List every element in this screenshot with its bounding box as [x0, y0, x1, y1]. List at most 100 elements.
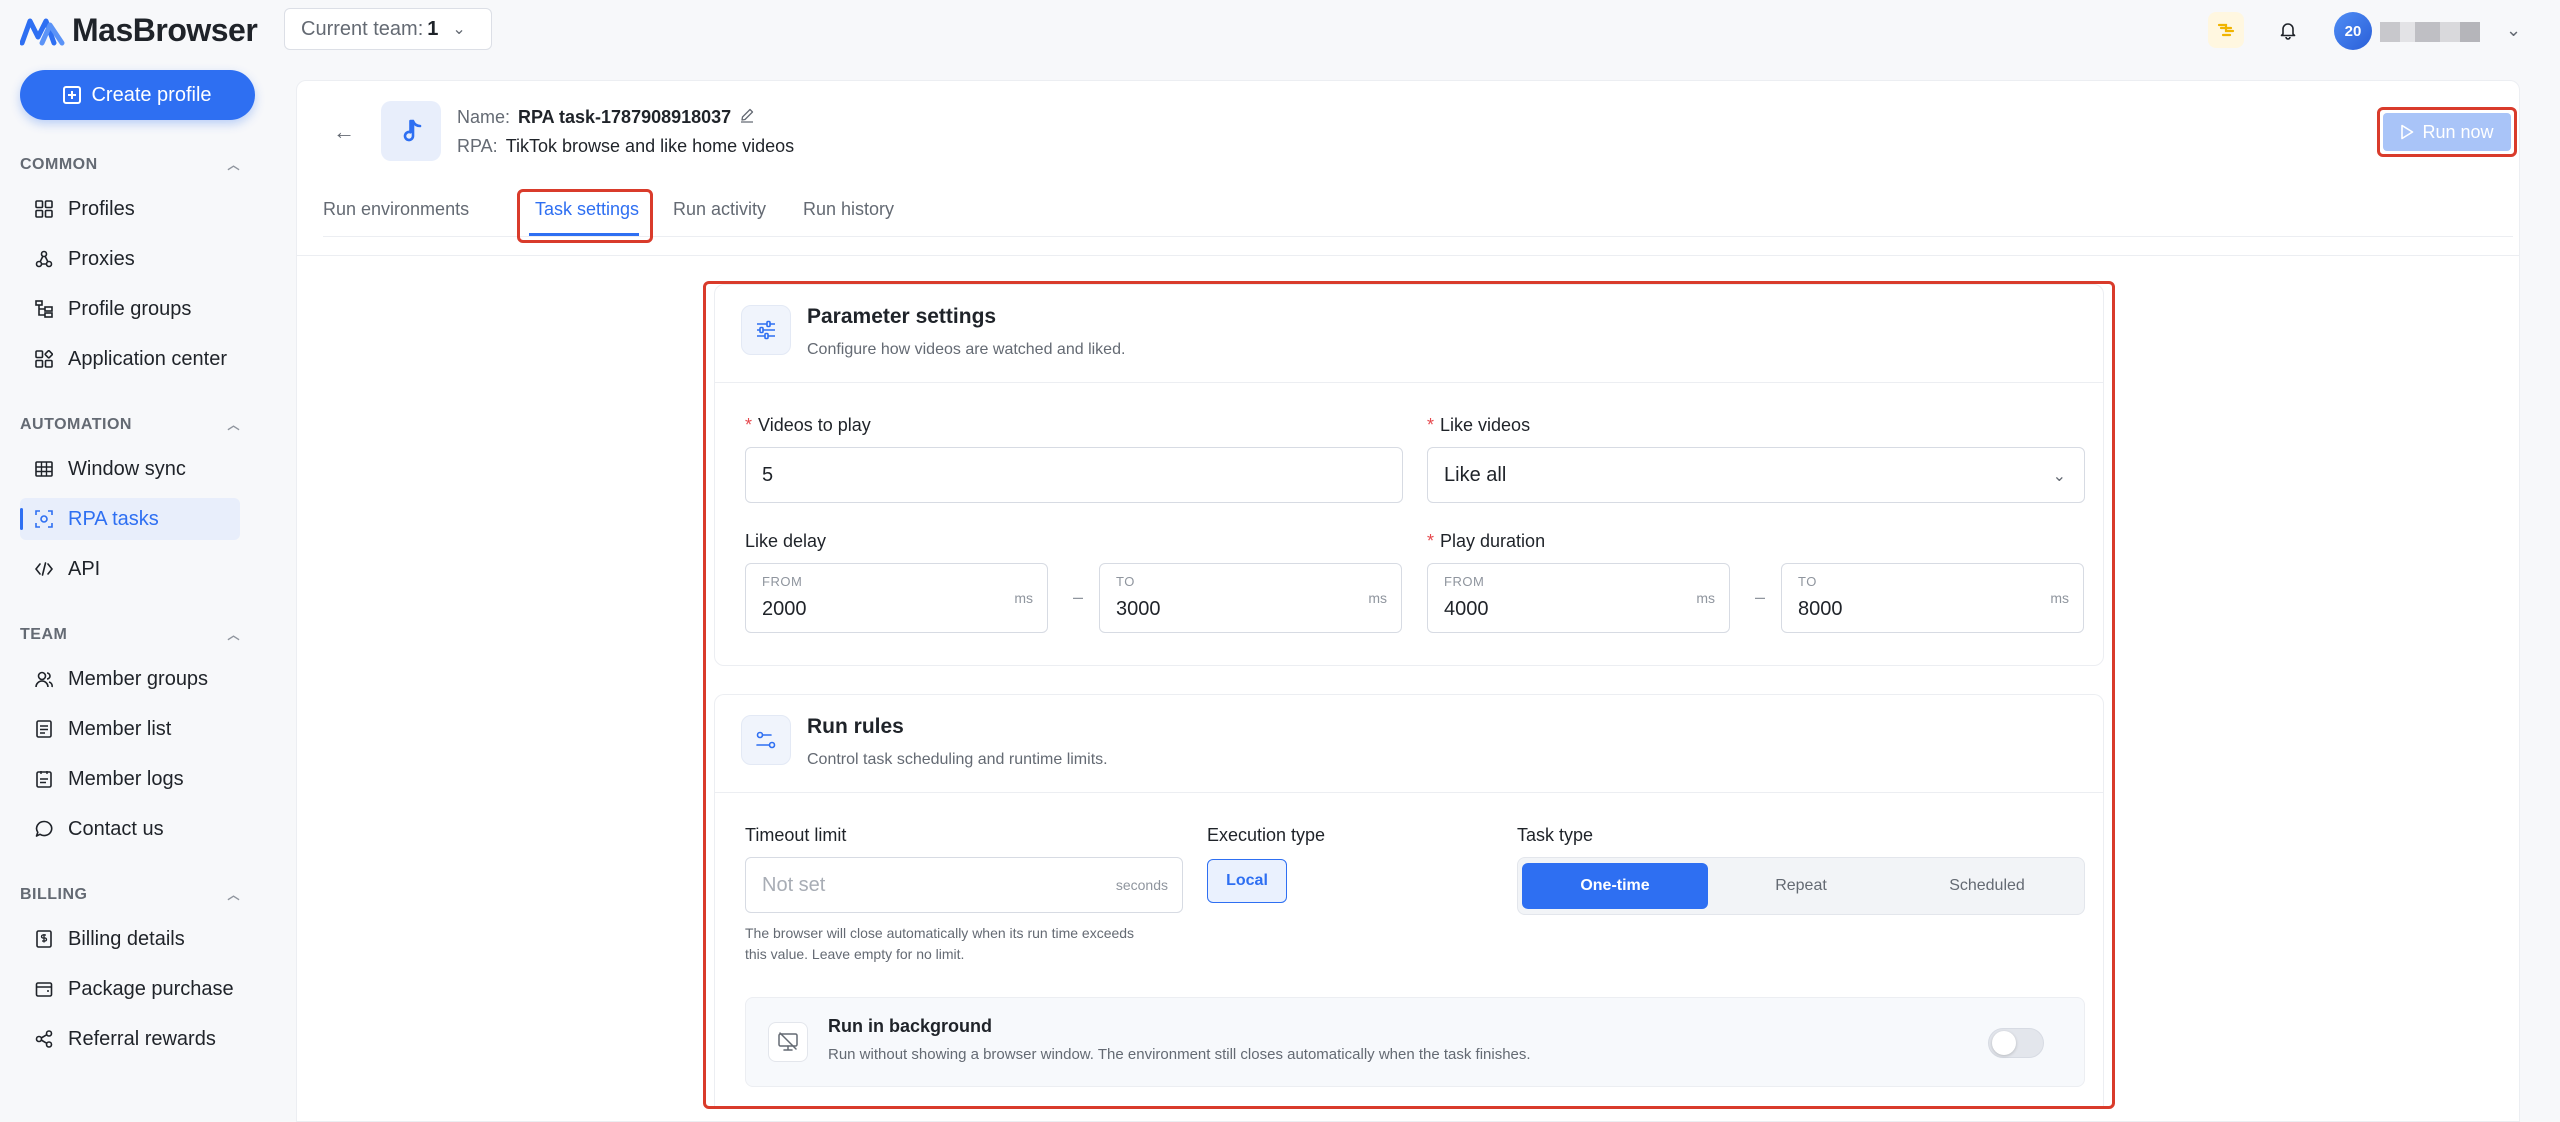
card-subtitle: Configure how videos are watched and lik…: [807, 341, 1126, 358]
receipt-icon: [34, 929, 54, 949]
log-icon: [34, 769, 54, 789]
username-redacted[interactable]: [2380, 22, 2480, 42]
sidebar-item-application-center[interactable]: Application center: [20, 338, 240, 380]
monitor-off-icon: [768, 1022, 808, 1062]
play-duration-from-input[interactable]: FROM 4000 ms: [1427, 563, 1730, 633]
logo[interactable]: MasBrowser: [20, 12, 258, 49]
like-delay-label: Like delay: [745, 531, 827, 551]
share-icon: [34, 1029, 54, 1049]
create-profile-button[interactable]: Create profile: [20, 70, 255, 120]
command-icon[interactable]: [2208, 12, 2244, 48]
main-panel: ← Name: RPA task-1787908918037 RPA: TikT…: [296, 80, 2520, 1122]
card-title: Parameter settings: [807, 305, 997, 328]
run-in-background-row: Run in background Run without showing a …: [745, 997, 2085, 1087]
route-icon: [741, 715, 791, 765]
sidebar-item-proxies[interactable]: Proxies: [20, 238, 240, 280]
task-type-segmented: One-time Repeat Scheduled: [1517, 857, 2085, 915]
chevron-up-icon: ︿: [227, 418, 240, 432]
plus-square-icon: [63, 86, 82, 104]
range-separator: –: [1755, 587, 1766, 607]
sidebar-item-contact-us[interactable]: Contact us: [20, 808, 240, 850]
task-name: RPA task-1787908918037: [518, 107, 732, 127]
sidebar-item-profiles[interactable]: Profiles: [20, 188, 240, 230]
music-note-icon: [381, 101, 441, 161]
sidebar-item-window-sync[interactable]: Window sync: [20, 448, 240, 490]
edit-pencil-icon[interactable]: [739, 107, 755, 128]
sidebar-item-rpa-tasks[interactable]: RPA tasks: [20, 498, 240, 540]
run-rules-card: Run rules Control task scheduling and ru…: [714, 694, 2104, 1106]
timeout-limit-input[interactable]: Not set seconds: [745, 857, 1183, 913]
run-now-highlight: Run now: [2377, 107, 2517, 157]
divider: [297, 255, 2519, 256]
sliders-icon: [741, 305, 791, 355]
chevron-up-icon: ︿: [227, 888, 240, 902]
timeout-limit-label: Timeout limit: [745, 825, 847, 845]
bell-icon[interactable]: [2270, 12, 2306, 48]
videos-to-play-input[interactable]: 5: [745, 447, 1403, 503]
section-title-common[interactable]: COMMON ︿: [20, 156, 240, 174]
wallet-icon: [34, 979, 54, 999]
sidebar-item-billing-details[interactable]: Billing details: [20, 918, 240, 960]
chevron-up-icon: ︿: [227, 628, 240, 642]
chevron-down-icon[interactable]: ⌄: [2506, 20, 2521, 41]
avatar[interactable]: 20: [2334, 12, 2372, 50]
sidebar-item-profile-groups[interactable]: Profile groups: [20, 288, 240, 330]
required-mark: *: [745, 415, 753, 435]
tab-run-activity[interactable]: Run activity: [673, 199, 766, 220]
run-in-background-title: Run in background: [828, 1016, 992, 1036]
card-header: Parameter settings Configure how videos …: [715, 285, 2103, 383]
list-doc-icon: [34, 719, 54, 739]
users-icon: [34, 669, 54, 689]
required-mark: *: [1427, 415, 1435, 435]
like-delay-from-input[interactable]: FROM 2000 ms: [745, 563, 1048, 633]
play-icon: [2401, 124, 2414, 140]
run-in-background-toggle[interactable]: [1988, 1028, 2044, 1058]
top-bar: MasBrowser Current team: 1 ⌄ 20 ⌄: [0, 0, 2560, 58]
like-videos-select[interactable]: Like all ⌄: [1427, 447, 2085, 503]
rpa-name: TikTok browse and like home videos: [505, 136, 795, 156]
team-selector[interactable]: Current team: 1 ⌄: [284, 8, 492, 50]
task-type-scheduled[interactable]: Scheduled: [1894, 863, 2080, 909]
chevron-down-icon: ⌄: [2052, 468, 2066, 485]
active-tab-indicator: [529, 233, 639, 236]
range-separator: –: [1073, 587, 1084, 607]
tab-run-history[interactable]: Run history: [803, 199, 894, 220]
section-title-billing[interactable]: BILLING ︿: [20, 886, 240, 904]
task-name-row: Name: RPA task-1787908918037: [457, 107, 755, 128]
scan-icon: [34, 509, 54, 529]
chevron-down-icon: ⌄: [452, 21, 466, 38]
section-title-automation[interactable]: AUTOMATION ︿: [20, 416, 240, 434]
chevron-up-icon: ︿: [227, 158, 240, 172]
required-mark: *: [1427, 531, 1435, 551]
sidebar-item-member-logs[interactable]: Member logs: [20, 758, 240, 800]
task-type-one-time[interactable]: One-time: [1522, 863, 1708, 909]
run-now-button[interactable]: Run now: [2383, 113, 2511, 151]
team-label: Current team:: [301, 17, 424, 40]
sidebar-item-api[interactable]: API: [20, 548, 240, 590]
like-delay-to-input[interactable]: TO 3000 ms: [1099, 563, 1402, 633]
task-type-label: Task type: [1517, 825, 1594, 845]
tab-run-environments[interactable]: Run environments: [323, 199, 469, 220]
back-arrow-icon[interactable]: ←: [333, 119, 355, 145]
apps-icon: [34, 349, 54, 369]
network-icon: [34, 249, 54, 269]
timeout-hint: The browser will close automatically whe…: [745, 925, 1135, 962]
videos-to-play-label: * Videos to play: [745, 415, 871, 435]
sidebar-item-package-purchase[interactable]: Package purchase: [20, 968, 240, 1010]
logo-mark-icon: [20, 18, 65, 45]
sidebar-item-referral-rewards[interactable]: Referral rewards: [20, 1018, 240, 1060]
execution-local-button[interactable]: Local: [1207, 859, 1287, 903]
sidebar-item-member-groups[interactable]: Member groups: [20, 658, 240, 700]
create-profile-label: Create profile: [91, 83, 212, 106]
rpa-row: RPA: TikTok browse and like home videos: [457, 136, 795, 156]
card-subtitle: Control task scheduling and runtime limi…: [807, 751, 1108, 768]
section-title-team[interactable]: TEAM ︿: [20, 626, 240, 644]
task-type-repeat[interactable]: Repeat: [1708, 863, 1894, 909]
play-duration-to-input[interactable]: TO 8000 ms: [1781, 563, 2084, 633]
sidebar-item-member-list[interactable]: Member list: [20, 708, 240, 750]
play-duration-label: * Play duration: [1427, 531, 1546, 551]
table-icon: [34, 459, 54, 479]
sidebar: Create profile COMMON ︿ Profiles Proxies …: [0, 58, 280, 1122]
card-header: Run rules Control task scheduling and ru…: [715, 695, 2103, 793]
code-icon: [34, 559, 54, 579]
